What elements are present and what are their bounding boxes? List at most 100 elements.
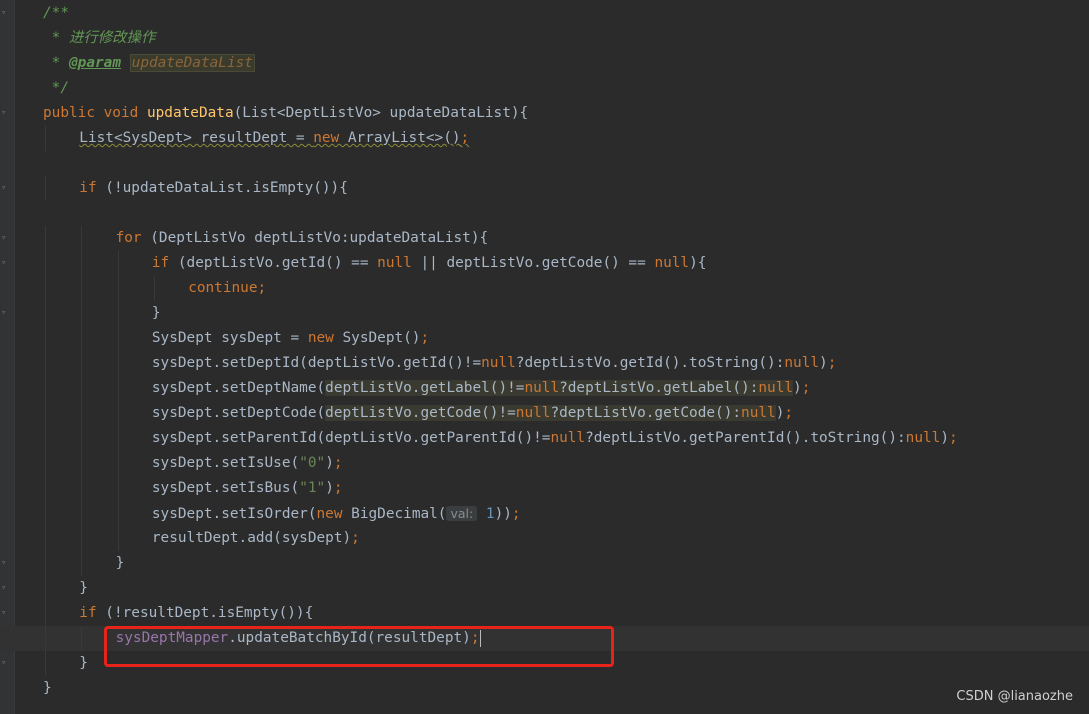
fold-marker-icon[interactable]: ▿ [1, 559, 10, 568]
code-token: null [654, 255, 690, 271]
code-line[interactable]: } ▿ [0, 551, 1089, 576]
fold-marker-icon[interactable]: ▿ [1, 259, 10, 268]
code-token: ?deptListVo.getCode(): [550, 405, 742, 421]
fold-marker-icon[interactable]: ▿ [1, 109, 10, 118]
indent-guide [45, 426, 46, 451]
code-line[interactable]: for (DeptListVo deptListVo:updateDataLis… [0, 226, 1089, 251]
code-token: ; [801, 380, 811, 396]
code-token: ) [325, 455, 334, 471]
code-line[interactable]: continue; [0, 276, 1089, 301]
parameter-hint: val: [446, 506, 478, 521]
indent-guide [81, 326, 83, 351]
code-line[interactable]: * @param updateDataList [0, 51, 1089, 76]
code-token: null [377, 255, 421, 271]
indent-guide [81, 476, 83, 501]
code-text: if (!resultDept.isEmpty()){ [79, 601, 313, 626]
indent-guide [117, 501, 119, 526]
indent-guide [45, 126, 46, 151]
code-editor[interactable]: /** ▿ * 进行修改操作 * @param updateDataList */… [0, 0, 1089, 714]
code-line[interactable]: sysDept.setIsUse("0"); [0, 451, 1089, 476]
fold-marker-icon[interactable]: ▿ [1, 184, 10, 193]
code-line[interactable]: public void updateData(List<DeptListVo> … [0, 101, 1089, 126]
code-text: sysDept.setIsBus("1"); [152, 476, 343, 501]
code-line[interactable]: * 进行修改操作 [0, 26, 1089, 51]
code-line[interactable]: sysDept.setIsBus("1"); [0, 476, 1089, 501]
code-token: null [905, 430, 941, 446]
highlight-box [104, 626, 614, 667]
code-text: } [43, 676, 52, 701]
code-line[interactable]: /** ▿ [0, 1, 1089, 26]
code-token: @param [69, 55, 121, 71]
code-text: sysDept.setIsUse("0"); [152, 451, 343, 476]
code-token: if [151, 255, 178, 271]
code-line[interactable]: if (!resultDept.isEmpty()){ ▿ [0, 601, 1089, 626]
code-line[interactable] [0, 201, 1089, 226]
code-token: null [758, 380, 794, 396]
code-line[interactable]: sysDept.setParentId(deptListVo.getParent… [0, 426, 1089, 451]
code-line[interactable]: SysDept sysDept = new SysDept(); [0, 326, 1089, 351]
code-line[interactable]: } ▿ [0, 301, 1089, 326]
indent-guide [81, 526, 83, 551]
code-text: continue; [188, 276, 266, 301]
indent-guide [45, 276, 46, 301]
indent-guide [81, 351, 83, 376]
code-line[interactable] [0, 151, 1089, 176]
code-line[interactable]: */ [0, 76, 1089, 101]
code-token: BigDecimal( [351, 506, 447, 522]
code-token: (List<DeptListVo> updateDataList){ [233, 105, 529, 121]
code-token: null [741, 405, 776, 421]
code-token: (DeptListVo deptListVo:updateDataList){ [150, 230, 489, 246]
indent-guide [81, 376, 83, 401]
code-token: resultDept.add(sysDept) [151, 530, 352, 546]
code-text: /** [43, 1, 69, 26]
code-token: "1" [299, 480, 326, 496]
code-token: SysDept() [342, 330, 421, 346]
fold-marker-icon[interactable]: ▿ [1, 609, 10, 618]
code-token: new [307, 330, 343, 346]
code-token: new [313, 130, 348, 146]
code-token: null [481, 355, 516, 371]
code-token: deptListVo.getCode()!= [325, 405, 516, 421]
code-text: */ [43, 76, 69, 101]
code-token: } [79, 580, 88, 596]
code-line[interactable]: if (!updateDataList.isEmpty()){▿ [0, 176, 1089, 201]
fold-marker-icon[interactable]: ▿ [1, 659, 10, 668]
code-token: SysDept sysDept = [151, 330, 308, 346]
code-token: ; [420, 330, 430, 346]
code-token: } [115, 555, 125, 571]
indent-guide [81, 251, 83, 276]
code-line[interactable]: sysDept.setIsOrder(new BigDecimal(val: 1… [0, 501, 1089, 526]
code-token: ) [940, 430, 949, 446]
indent-guide [45, 251, 46, 276]
code-line[interactable]: List<SysDept> resultDept = new ArrayList… [0, 126, 1089, 151]
indent-guide [81, 426, 83, 451]
code-text: sysDept.setDeptId(deptListVo.getId()!=nu… [152, 351, 836, 376]
code-text: for (DeptListVo deptListVo:updateDataLis… [116, 226, 489, 251]
code-token: } [151, 305, 161, 321]
code-line[interactable]: resultDept.add(sysDept); [0, 526, 1089, 551]
code-token: sysDept.setIsBus( [151, 480, 300, 496]
code-line[interactable]: if (deptListVo.getId() == null || deptLi… [0, 251, 1089, 276]
code-text: } [116, 551, 125, 576]
code-token: * [43, 55, 69, 71]
code-line[interactable]: sysDept.setDeptCode(deptListVo.getCode()… [0, 401, 1089, 426]
code-token: ; [784, 405, 794, 421]
fold-marker-icon[interactable]: ▿ [1, 584, 10, 593]
code-line[interactable]: sysDept.setDeptId(deptListVo.getId()!=nu… [0, 351, 1089, 376]
code-text: if (deptListVo.getId() == null || deptLi… [152, 251, 707, 276]
fold-marker-icon[interactable]: ▿ [1, 234, 10, 243]
code-token: updateData [146, 105, 234, 121]
code-token: deptListVo.getLabel()!= [325, 380, 525, 396]
indent-guide [45, 526, 46, 551]
watermark: CSDN @lianaozhe [956, 689, 1073, 704]
code-token: for [115, 230, 151, 246]
code-token: ?deptListVo.getId().toString(): [515, 355, 785, 371]
indent-guide [117, 251, 119, 276]
code-token: ?deptListVo.getParentId().toString(): [585, 430, 906, 446]
fold-marker-icon[interactable]: ▿ [1, 9, 10, 18]
code-line[interactable]: } ▿ [0, 576, 1089, 601]
fold-marker-icon[interactable]: ▿ [1, 309, 10, 318]
code-line[interactable]: sysDept.setDeptName(deptListVo.getLabel(… [0, 376, 1089, 401]
code-line[interactable]: } [0, 676, 1089, 701]
code-token: updateDataList [129, 54, 255, 72]
